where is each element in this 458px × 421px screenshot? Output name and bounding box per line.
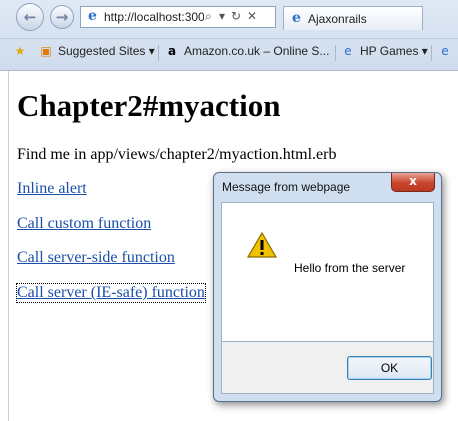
favorites-bar: ★ ▣ Suggested Sites ▾ a Amazon.co.uk – Onl… bbox=[0, 38, 458, 66]
tab-title: Ajaxonrails bbox=[308, 12, 367, 26]
address-text: http://localhost:300 bbox=[104, 10, 204, 24]
suggested-sites-icon: ▣ bbox=[40, 44, 52, 58]
page-title: Chapter2#myaction bbox=[17, 88, 281, 123]
ie-favorite-icon: e bbox=[441, 44, 449, 58]
favorites-star-icon[interactable]: ★ bbox=[12, 44, 32, 58]
favorites-item-amazon[interactable]: a Amazon.co.uk – Online S... bbox=[164, 44, 329, 58]
address-bar[interactable]: e http://localhost:300 ⌕ ▾ ↻ ✕ bbox=[80, 6, 276, 28]
dialog-body: Hello from the server bbox=[221, 202, 434, 342]
dialog-message: Hello from the server bbox=[294, 261, 406, 275]
back-arrow-icon: ← bbox=[23, 8, 37, 26]
browser-toolbar: ← → e http://localhost:300 ⌕ ▾ ↻ ✕ e Aja… bbox=[0, 0, 458, 71]
ok-button[interactable]: OK bbox=[347, 356, 432, 380]
favorites-item-suggested-sites[interactable]: ▣ Suggested Sites ▾ bbox=[38, 44, 154, 58]
ie-page-icon: e bbox=[88, 8, 97, 24]
search-icon[interactable]: ⌕ bbox=[205, 9, 212, 24]
link-call-server-ie-safe-function[interactable]: Call server (IE-safe) function bbox=[16, 283, 206, 303]
favorites-separator bbox=[335, 45, 336, 61]
forward-arrow-icon: → bbox=[55, 8, 69, 26]
warning-icon bbox=[247, 231, 277, 258]
back-button[interactable]: ← bbox=[16, 3, 44, 31]
find-me-text: Find me in app/views/chapter2/myaction.h… bbox=[17, 146, 337, 163]
alert-dialog: Message from webpage x Hello from the se… bbox=[213, 172, 442, 402]
stop-icon[interactable]: ✕ bbox=[247, 9, 257, 23]
link-call-server-side-function[interactable]: Call server-side function bbox=[17, 249, 175, 267]
link-inline-alert[interactable]: Inline alert bbox=[17, 180, 87, 198]
amazon-icon: a bbox=[167, 44, 177, 58]
refresh-icon[interactable]: ↻ bbox=[231, 9, 241, 23]
dialog-title: Message from webpage bbox=[222, 180, 351, 194]
dialog-close-button[interactable]: x bbox=[391, 173, 435, 192]
tab-ajaxonrails[interactable]: e Ajaxonrails bbox=[283, 6, 423, 30]
dialog-footer: OK bbox=[221, 342, 434, 394]
favorites-item-more[interactable]: e bbox=[437, 44, 457, 58]
forward-button[interactable]: → bbox=[50, 5, 74, 29]
favorites-separator bbox=[158, 45, 159, 61]
favorites-item-hp-games[interactable]: e HP Games ▾ bbox=[340, 44, 428, 58]
ie-tab-icon: e bbox=[292, 10, 301, 26]
favorites-separator bbox=[431, 45, 432, 61]
close-icon: x bbox=[409, 174, 417, 188]
link-call-custom-function[interactable]: Call custom function bbox=[17, 215, 151, 233]
dropdown-icon[interactable]: ▾ bbox=[219, 9, 225, 23]
ie-favorite-icon: e bbox=[344, 44, 352, 58]
